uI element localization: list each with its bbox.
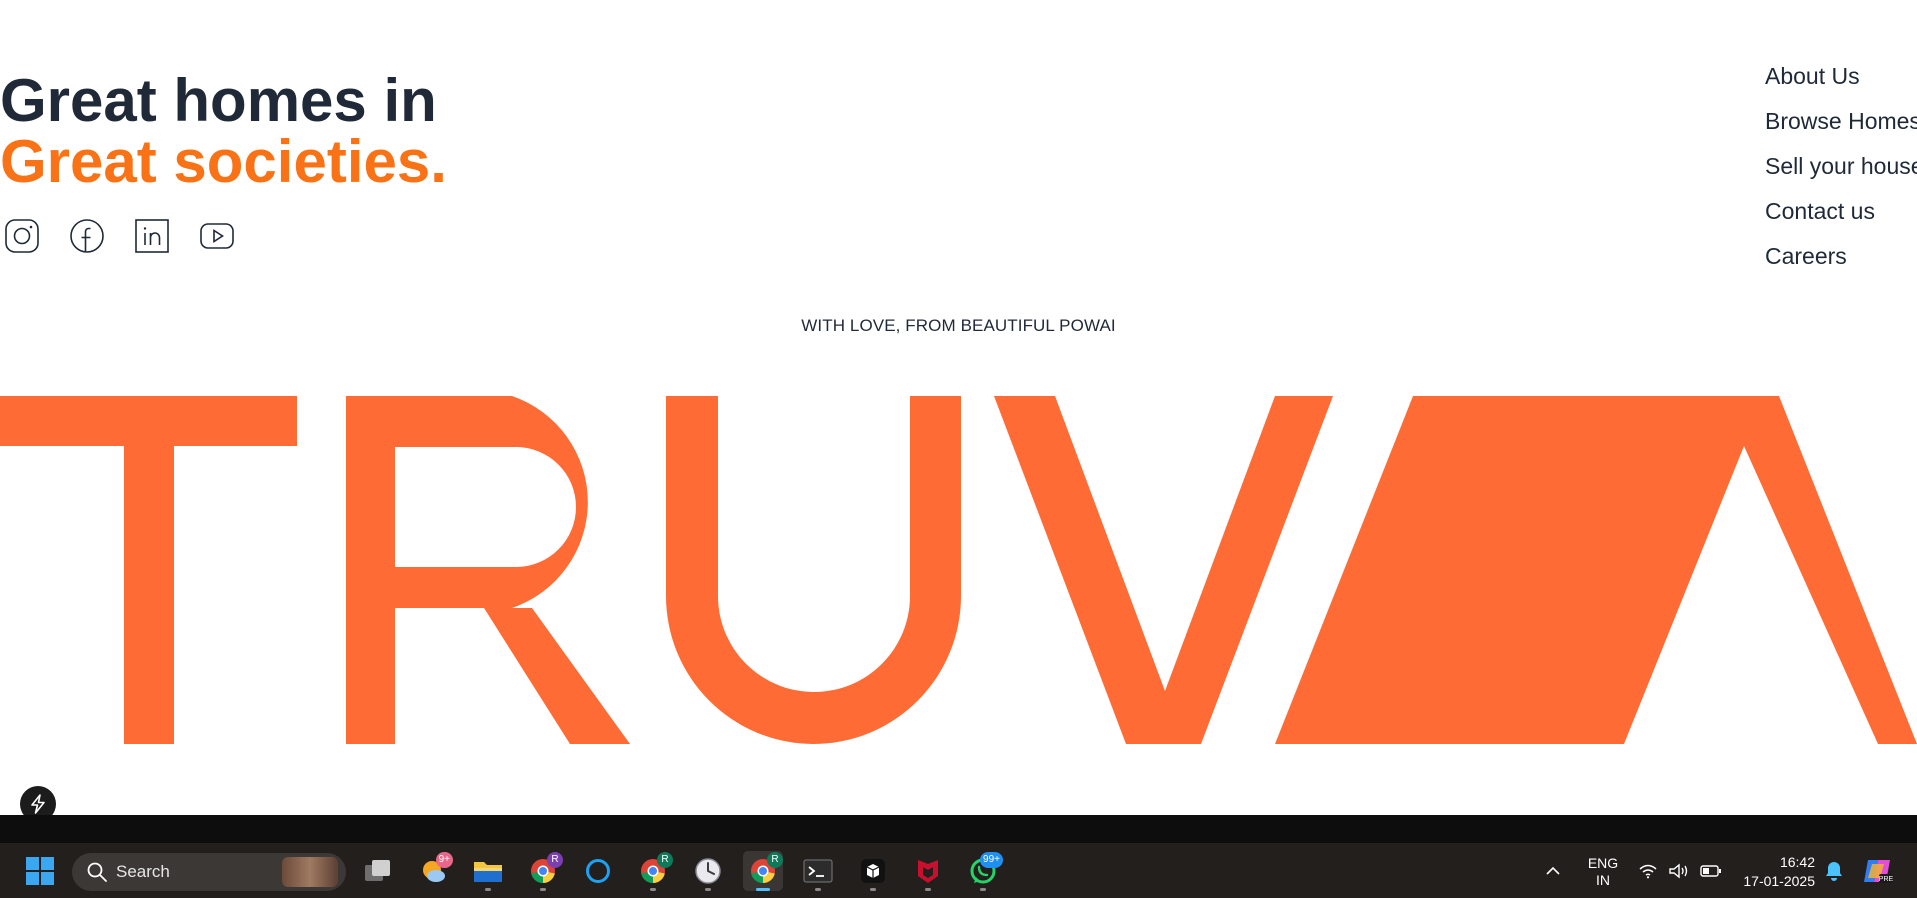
taskbar-terminal[interactable] <box>798 851 838 891</box>
taskbar-cortana[interactable] <box>578 851 618 891</box>
truva-wordmark-logo <box>0 396 1917 744</box>
windows-taskbar: Search 9+ R R R 99+ ENG IN 16:42 17-01-2… <box>0 843 1917 898</box>
taskbar-chrome-1[interactable]: R <box>523 851 563 891</box>
page-bottom-strip <box>0 815 1917 843</box>
clock-icon <box>695 858 721 884</box>
running-indicator <box>485 888 491 891</box>
search-label: Search <box>116 862 170 881</box>
taskbar-task-view[interactable] <box>358 851 398 891</box>
start-button[interactable] <box>20 851 60 891</box>
taskbar-file-explorer[interactable] <box>468 851 508 891</box>
nav-sell-your-house[interactable]: Sell your house <box>1765 152 1917 197</box>
webpage: Great homes in Great societies. About Us… <box>0 0 1917 815</box>
nav-browse-homes[interactable]: Browse Homes <box>1765 107 1917 152</box>
bell-icon <box>1826 862 1842 881</box>
copilot-icon: PRE <box>1864 860 1894 883</box>
box-app-icon <box>861 859 885 883</box>
taskbar-clock-app[interactable] <box>688 851 728 891</box>
battery-icon <box>1700 865 1721 877</box>
clock-date: 17-01-2025 <box>1743 873 1815 889</box>
windows-logo-icon <box>26 857 54 885</box>
taskbar-mcafee[interactable] <box>908 851 948 891</box>
lightning-bolt-button[interactable] <box>20 786 56 815</box>
taskbar-whatsapp[interactable]: 99+ <box>963 851 1003 891</box>
clock-time: 16:42 <box>1779 854 1815 870</box>
show-hidden-icons-button[interactable] <box>1533 855 1573 887</box>
cortana-ring-icon <box>586 859 610 883</box>
taskbar-chrome-3[interactable]: R <box>743 851 783 891</box>
svg-text:PRE: PRE <box>1879 876 1894 883</box>
nav-careers[interactable]: Careers <box>1765 242 1917 287</box>
running-indicator <box>756 888 770 891</box>
running-indicator <box>980 888 986 891</box>
terminal-icon <box>803 859 833 883</box>
footer-nav: About Us Browse Homes Sell your house Co… <box>1765 62 1917 287</box>
chevron-up-icon <box>1546 866 1560 875</box>
volume-icon <box>1669 863 1688 879</box>
search-icon <box>87 862 107 882</box>
mcafee-shield-icon <box>918 860 938 883</box>
lightning-bolt-icon <box>31 794 45 814</box>
language-code: ENG <box>1587 855 1619 871</box>
facebook-icon[interactable] <box>69 218 105 254</box>
youtube-icon[interactable] <box>199 218 235 254</box>
notification-center-button[interactable] <box>1817 855 1851 887</box>
taskbar-search[interactable]: Search <box>72 853 346 891</box>
task-view-icon <box>365 860 390 881</box>
running-indicator <box>705 888 711 891</box>
running-indicator <box>870 888 876 891</box>
system-clock[interactable]: 16:42 17-01-2025 <box>1735 853 1815 891</box>
linkedin-icon[interactable] <box>134 218 170 254</box>
running-indicator <box>650 888 656 891</box>
hero-line-2: Great societies. <box>0 128 447 195</box>
network-volume-battery-button[interactable] <box>1630 855 1730 887</box>
region-code: IN <box>1596 872 1610 888</box>
notification-badge: 99+ <box>980 852 1003 868</box>
tagline: WITH LOVE, FROM BEAUTIFUL POWAI <box>801 316 1116 335</box>
nav-about-us[interactable]: About Us <box>1765 62 1917 107</box>
notification-badge: 9+ <box>435 852 453 868</box>
taskbar-box-app[interactable] <box>853 851 893 891</box>
language-indicator[interactable]: ENG IN <box>1583 855 1623 889</box>
running-indicator <box>815 888 821 891</box>
taskbar-chrome-2[interactable]: R <box>633 851 673 891</box>
nav-contact-us[interactable]: Contact us <box>1765 197 1917 242</box>
wifi-icon <box>1639 864 1657 879</box>
taskbar-weather[interactable]: 9+ <box>413 851 453 891</box>
hero-heading: Great homes in Great societies. <box>0 70 447 192</box>
running-indicator <box>540 888 546 891</box>
running-indicator <box>925 888 931 891</box>
profile-badge: R <box>547 852 563 868</box>
hero-line-1: Great homes in <box>0 67 437 134</box>
profile-badge: R <box>767 852 783 868</box>
copilot-button[interactable]: PRE <box>1858 853 1898 889</box>
search-highlight-image <box>282 857 338 887</box>
instagram-icon[interactable] <box>4 218 40 254</box>
social-links <box>4 218 235 254</box>
profile-badge: R <box>657 852 673 868</box>
folder-icon <box>474 862 502 882</box>
